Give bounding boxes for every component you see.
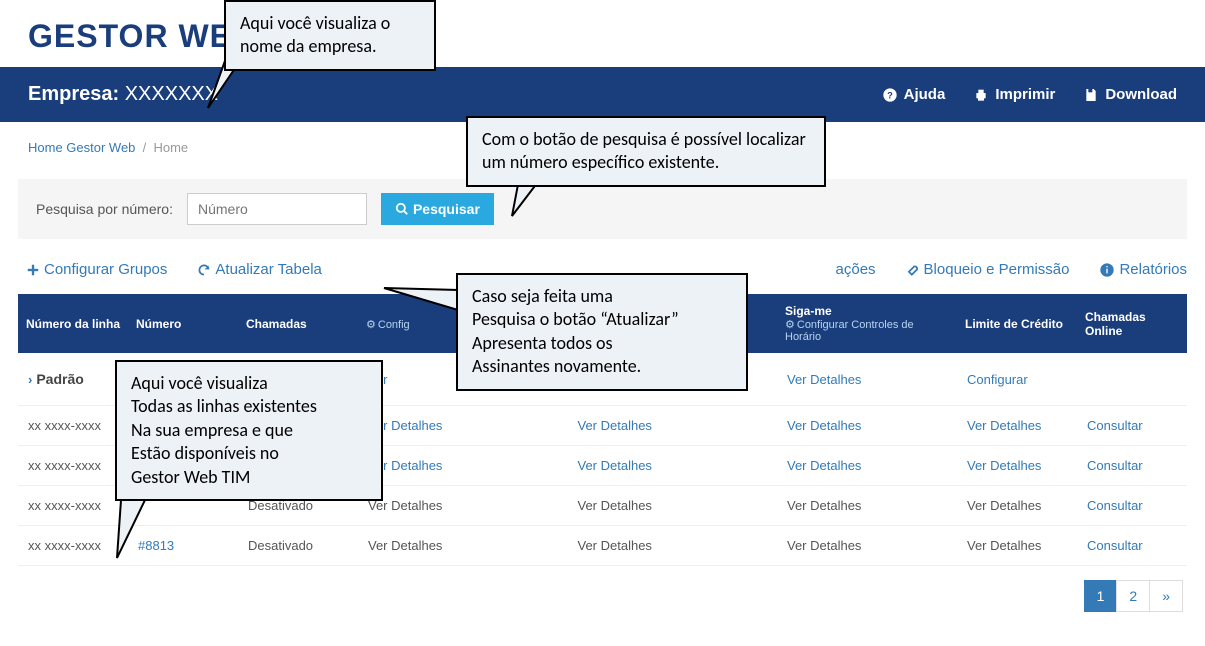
cell-credit: Ver Detalhes: [957, 486, 1077, 526]
search-label: Pesquisa por número:: [36, 201, 173, 217]
th-line-number: Número da linha: [18, 294, 128, 353]
search-icon: [395, 202, 409, 216]
save-icon: [1083, 87, 1099, 103]
pagination: 1 2 »: [18, 566, 1187, 626]
cell-online[interactable]: Consultar: [1077, 446, 1187, 486]
callout-tail: [380, 280, 460, 320]
cell-details-2[interactable]: Ver Detalhes: [568, 446, 778, 486]
callout-tail: [115, 498, 165, 568]
block-permission-label: Bloqueio e Permissão: [924, 261, 1070, 278]
follow-me-sub-link[interactable]: ⚙Configurar Controles de Horário: [785, 318, 949, 343]
block-permission-action[interactable]: Bloqueio e Permissão: [906, 261, 1070, 278]
search-input[interactable]: [187, 193, 367, 225]
cell-follow: Ver Detalhes: [777, 526, 957, 566]
cell-online[interactable]: Consultar: [1077, 526, 1187, 566]
download-label: Download: [1105, 86, 1177, 103]
svg-text:?: ?: [887, 90, 893, 100]
th-abs-number: Número: [128, 294, 238, 353]
cell-credit[interactable]: Ver Detalhes: [957, 446, 1077, 486]
help-icon: ?: [882, 87, 898, 103]
page-1[interactable]: 1: [1084, 580, 1118, 612]
cell-details-2[interactable]: Ver Detalhes: [568, 406, 778, 446]
notifications-action[interactable]: ações: [836, 261, 876, 278]
page-2[interactable]: 2: [1116, 580, 1150, 612]
cell-details-2: Ver Detalhes: [568, 486, 778, 526]
table-row: xx xxxx-xxxx#8813DesativadoVer DetalhesV…: [18, 526, 1187, 566]
config-sub-link[interactable]: ⚙Config: [366, 319, 410, 331]
th-online-calls: Chamadas Online: [1077, 294, 1187, 353]
th-credit-limit: Limite de Crédito: [957, 294, 1077, 353]
cell-online[interactable]: Consultar: [1077, 406, 1187, 446]
cell-line: ›Padrão: [18, 353, 128, 406]
cell-follow: Ver Detalhes: [777, 486, 957, 526]
cell-line: xx xxxx-xxxx: [18, 486, 128, 526]
company-label: Empresa:: [28, 83, 125, 105]
cell-credit[interactable]: Ver Detalhes: [957, 406, 1077, 446]
breadcrumb-current: Home: [153, 140, 188, 155]
cell-details-1[interactable]: Ver Detalhes: [358, 446, 568, 486]
cell-follow[interactable]: Ver Detalhes: [777, 406, 957, 446]
cell-line: xx xxxx-xxxx: [18, 406, 128, 446]
cell-follow[interactable]: Ver Detalhes: [777, 446, 957, 486]
refresh-table-action[interactable]: Atualizar Tabela: [197, 261, 321, 278]
callout-company-name: Aqui você visualiza o nome da empresa.: [224, 0, 436, 71]
cell-details-1: Ver Detalhes: [358, 486, 568, 526]
search-panel: Pesquisa por número: Pesquisar: [18, 179, 1187, 239]
help-link[interactable]: ? Ajuda: [882, 86, 946, 103]
search-button[interactable]: Pesquisar: [381, 193, 494, 225]
callout-lines: Aqui você visualiza Todas as linhas exis…: [115, 360, 383, 501]
wrench-icon: [906, 263, 920, 277]
breadcrumb-home-link[interactable]: Home Gestor Web: [28, 140, 135, 155]
cell-line: xx xxxx-xxxx: [18, 446, 128, 486]
reports-action[interactable]: Relatórios: [1099, 261, 1187, 278]
configure-groups-action[interactable]: Configurar Grupos: [26, 261, 167, 278]
th-remote-calls: Chamadas: [238, 294, 358, 353]
cell-details-2: Ver Detalhes: [568, 526, 778, 566]
app-logo: GESTOR WEB: [0, 0, 1205, 67]
cell-details-1[interactable]: Ver Detalhes: [358, 406, 568, 446]
plus-icon: [26, 263, 40, 277]
cell-follow[interactable]: Ver Detalhes: [777, 353, 957, 406]
cell-line: xx xxxx-xxxx: [18, 526, 128, 566]
cell-online[interactable]: Consultar: [1077, 486, 1187, 526]
reports-label: Relatórios: [1119, 261, 1187, 278]
cell-details-1: Ver Detalhes: [358, 526, 568, 566]
callout-refresh: Caso seja feita uma Pesquisa o botão “At…: [456, 273, 748, 391]
print-icon: [973, 87, 989, 103]
refresh-icon: [197, 263, 211, 277]
cell-credit[interactable]: Configurar: [957, 353, 1077, 406]
configure-groups-label: Configurar Grupos: [44, 261, 167, 278]
info-icon: [1099, 262, 1115, 278]
help-label: Ajuda: [904, 86, 946, 103]
callout-search: Com o botão de pesquisa é possível local…: [466, 116, 826, 187]
print-link[interactable]: Imprimir: [973, 86, 1055, 103]
cell-credit: Ver Detalhes: [957, 526, 1077, 566]
notifications-label: ações: [836, 261, 876, 278]
search-button-label: Pesquisar: [413, 201, 480, 217]
download-link[interactable]: Download: [1083, 86, 1177, 103]
company-bar: Empresa: XXXXXXX ? Ajuda Imprimir Downlo…: [0, 67, 1205, 122]
th-follow-me: Siga-me ⚙Configurar Controles de Horário: [777, 294, 957, 353]
refresh-table-label: Atualizar Tabela: [215, 261, 321, 278]
print-label: Imprimir: [995, 86, 1055, 103]
cell-online[interactable]: [1077, 353, 1187, 406]
cell-status: Desativado: [238, 526, 358, 566]
page-next[interactable]: »: [1149, 580, 1183, 612]
